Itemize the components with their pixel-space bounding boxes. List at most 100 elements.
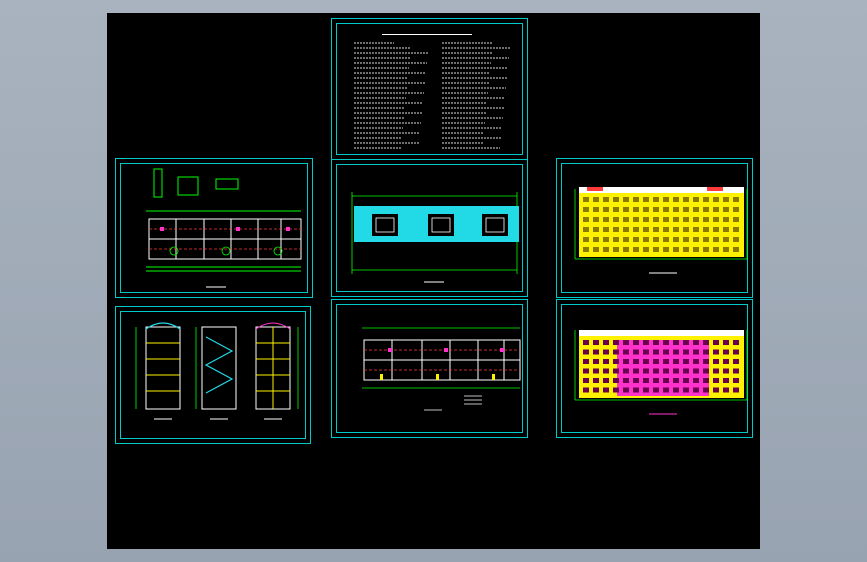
sheet-ground-floor-plan[interactable] xyxy=(115,158,313,298)
elevation-window xyxy=(623,378,629,383)
elevation-window xyxy=(703,197,709,202)
elevation-window xyxy=(593,349,599,355)
elevation-window xyxy=(623,217,629,222)
sections-drawing xyxy=(135,322,299,420)
elevation-window xyxy=(703,237,709,242)
elevation-window xyxy=(733,378,739,383)
plan-drawing xyxy=(146,168,302,288)
elevation-window xyxy=(583,387,589,393)
elevation-window xyxy=(663,368,669,374)
elevation-window xyxy=(613,368,619,374)
elevation-window xyxy=(603,368,609,374)
elevation-window xyxy=(733,387,739,393)
elevation-window xyxy=(673,387,679,393)
elevation-window xyxy=(673,378,679,383)
elevation-window xyxy=(713,368,719,374)
elevation-window xyxy=(713,349,719,355)
elevation-window xyxy=(723,378,729,383)
notes-drawing xyxy=(354,34,510,149)
elevation-window xyxy=(673,227,679,232)
elevation-window xyxy=(653,237,659,242)
elevation-window xyxy=(653,387,659,393)
sheet-front-elevation[interactable] xyxy=(556,158,753,298)
elevation-window xyxy=(683,368,689,374)
elevation-window xyxy=(703,227,709,232)
elevation-window xyxy=(613,349,619,355)
elevation-window xyxy=(603,387,609,393)
elevation-window xyxy=(623,247,629,252)
elevation-window xyxy=(603,237,609,242)
sheet-design-notes[interactable] xyxy=(331,18,528,160)
elevation-window xyxy=(713,197,719,202)
elevation-window xyxy=(603,349,609,355)
elevation-window xyxy=(723,227,729,232)
sheet-roof-plan[interactable] xyxy=(331,159,528,297)
elevation-window xyxy=(723,368,729,374)
elevation-window xyxy=(643,227,649,232)
elevation-yellow-drawing xyxy=(574,187,748,274)
elevation-window xyxy=(633,340,639,345)
elevation-window xyxy=(633,227,639,232)
elevation-window xyxy=(663,387,669,393)
elevation-window xyxy=(683,247,689,252)
elevation-window xyxy=(593,197,599,202)
elevation-window xyxy=(643,368,649,374)
elevation-window xyxy=(593,378,599,383)
elevation-window xyxy=(733,217,739,222)
elevation-window xyxy=(593,227,599,232)
elevation-window xyxy=(593,359,599,364)
elevation-window xyxy=(593,387,599,393)
elevation-window xyxy=(603,197,609,202)
elevation-window xyxy=(643,207,649,212)
elevation-window xyxy=(613,387,619,393)
elevation-window xyxy=(613,247,619,252)
elevation-window xyxy=(733,349,739,355)
elevation-window xyxy=(643,247,649,252)
elevation-window xyxy=(613,359,619,364)
roof-drawing xyxy=(351,192,519,283)
elevation-window xyxy=(723,197,729,202)
elevation-window xyxy=(683,237,689,242)
elevation-window xyxy=(693,349,699,355)
elevation-window xyxy=(663,207,669,212)
elevation-window xyxy=(673,349,679,355)
elevation-window xyxy=(593,207,599,212)
elevation-window xyxy=(653,197,659,202)
elevation-window xyxy=(583,227,589,232)
elevation-window xyxy=(593,340,599,345)
elevation-window xyxy=(663,237,669,242)
sheet-rear-elevation[interactable] xyxy=(556,299,753,438)
elevation-window xyxy=(663,359,669,364)
elevation-window xyxy=(643,359,649,364)
elevation-window xyxy=(663,217,669,222)
elevation-window xyxy=(713,247,719,252)
elevation-window xyxy=(663,197,669,202)
elevation-window xyxy=(703,378,709,383)
elevation-window xyxy=(733,340,739,345)
elevation-window xyxy=(693,340,699,345)
elevation-window xyxy=(733,197,739,202)
elevation-window xyxy=(603,247,609,252)
elevation-window xyxy=(663,378,669,383)
drawing-canvas[interactable] xyxy=(107,13,760,549)
elevation-window xyxy=(613,237,619,242)
sheet-standard-floor-plan[interactable] xyxy=(331,299,528,438)
elevation-window xyxy=(683,340,689,345)
elevation-window xyxy=(653,227,659,232)
elevation-window xyxy=(683,197,689,202)
elevation-window xyxy=(583,340,589,345)
elevation-magenta-drawing xyxy=(574,330,748,415)
elevation-window xyxy=(623,359,629,364)
elevation-window xyxy=(653,378,659,383)
elevation-window xyxy=(643,378,649,383)
elevation-window xyxy=(643,237,649,242)
sheet-sections[interactable] xyxy=(115,306,311,444)
elevation-window xyxy=(723,207,729,212)
elevation-window xyxy=(733,207,739,212)
elevation-window xyxy=(613,378,619,383)
elevation-window xyxy=(723,359,729,364)
elevation-window xyxy=(673,247,679,252)
elevation-window xyxy=(693,237,699,242)
elevation-window xyxy=(613,217,619,222)
elevation-window xyxy=(583,378,589,383)
